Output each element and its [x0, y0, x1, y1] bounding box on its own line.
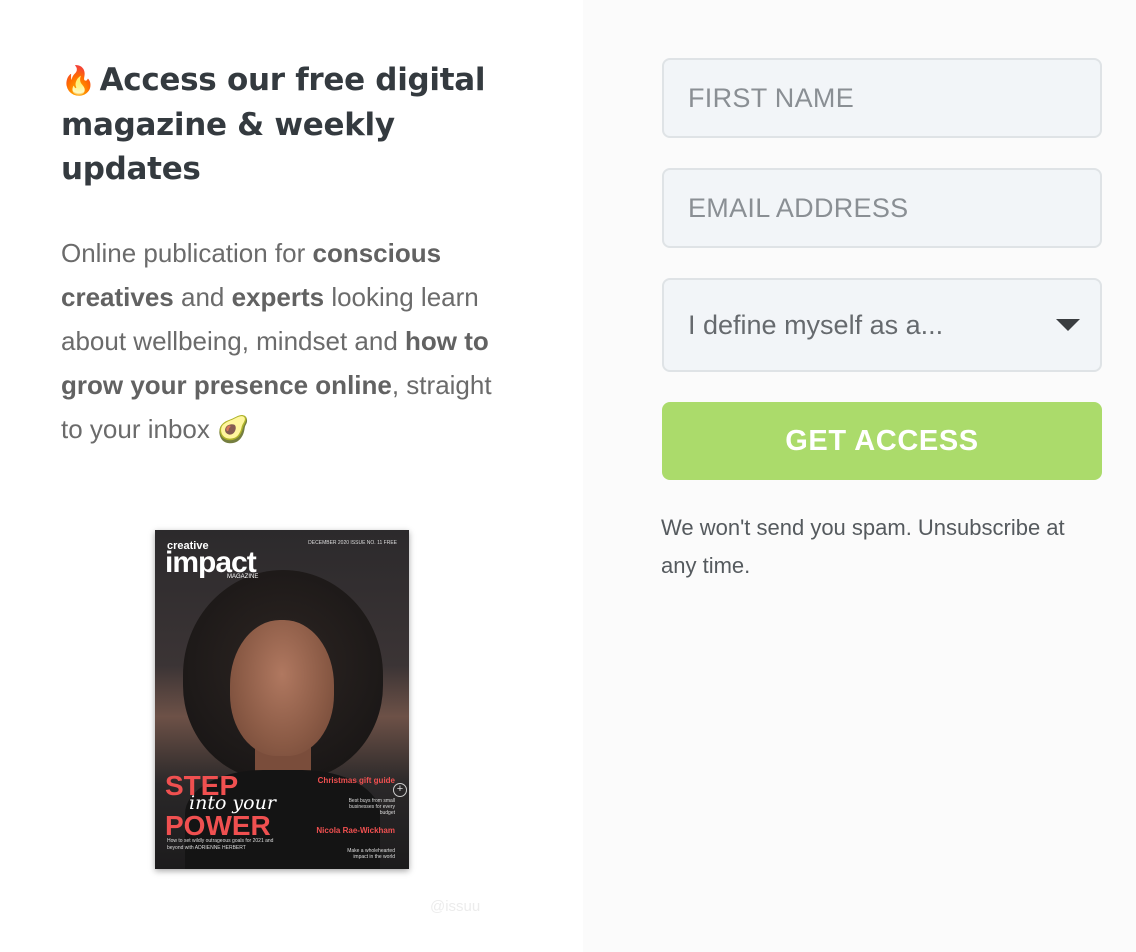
issuu-watermark: @issuu — [430, 898, 481, 915]
email-placeholder: EMAIL ADDRESS — [688, 192, 909, 223]
cover-tagline: How to set wildly outrageous goals for 2… — [167, 838, 274, 851]
cover-feature-title: Nicola Rae-Wickham — [316, 826, 395, 835]
cover-feature-sub: Make a wholehearted impact in the world — [347, 848, 395, 860]
description-text: Online publication for — [61, 238, 313, 268]
email-field[interactable]: EMAIL ADDRESS — [662, 168, 1102, 248]
fire-icon: 🔥 — [61, 64, 96, 97]
cover-feature-title: Christmas gift guide — [317, 776, 395, 785]
magazine-cover[interactable]: creative impact MAGAZINE DECEMBER 2020 I… — [155, 530, 409, 869]
zoom-in-icon[interactable]: + — [393, 783, 407, 797]
spam-note: We won't send you spam. Unsubscribe at a… — [661, 515, 1065, 578]
first-name-field[interactable]: FIRST NAME — [662, 58, 1102, 138]
cover-photo-face — [230, 620, 334, 756]
page-title: 🔥 Access our free digital magazine & week… — [61, 58, 501, 191]
cover-feature-sub: Best buys from small businesses for ever… — [348, 798, 395, 816]
get-access-button[interactable]: GET ACCESS — [662, 402, 1102, 480]
role-select-value: I define myself as a... — [688, 309, 944, 340]
chevron-down-icon — [1056, 319, 1080, 331]
avocado-icon: 🥑 — [217, 414, 250, 444]
magazine-issue: DECEMBER 2020 ISSUE NO. 11 FREE — [308, 540, 397, 546]
intro-description: Online publication for conscious creativ… — [61, 231, 511, 451]
description-text: and — [173, 282, 232, 312]
description-bold: experts — [231, 282, 325, 312]
headline-text: Access our free digital magazine & weekl… — [61, 62, 486, 187]
first-name-placeholder: FIRST NAME — [688, 82, 855, 113]
magazine-label: MAGAZINE — [227, 574, 259, 580]
role-select[interactable]: I define myself as a... — [662, 278, 1102, 372]
